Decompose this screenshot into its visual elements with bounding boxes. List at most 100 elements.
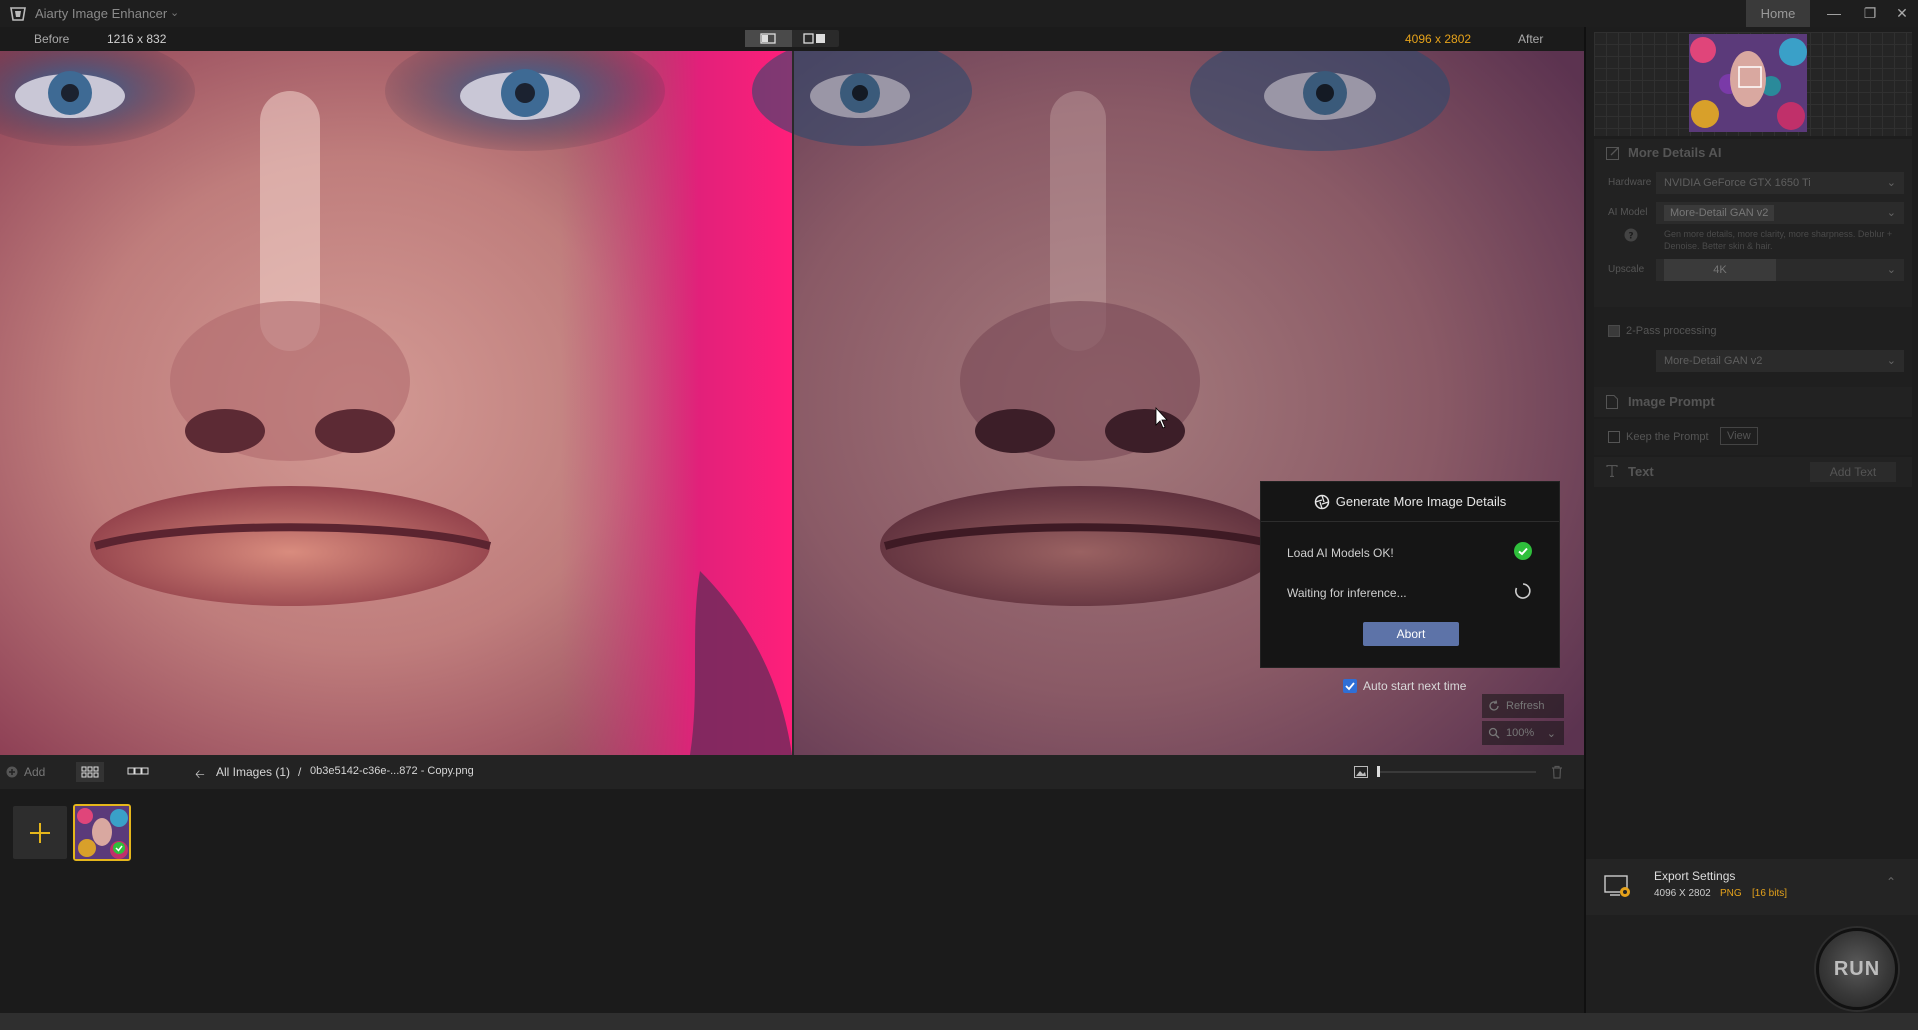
view-prompt-button[interactable]: View: [1720, 427, 1758, 445]
dialog-title: Generate More Image Details: [1335, 494, 1507, 509]
text-section: Text Add Text: [1594, 457, 1912, 487]
upscale-value: 4K: [1664, 259, 1776, 281]
compare-divider[interactable]: [792, 51, 794, 755]
two-pass-model-value: More-Detail GAN v2: [1664, 355, 1763, 367]
export-settings[interactable]: Export Settings 4096 X 2802 PNG [16 bits…: [1586, 859, 1918, 915]
home-button[interactable]: Home: [1746, 0, 1810, 27]
edit-square-icon: [1606, 147, 1619, 160]
chevron-down-icon: ⌄: [1886, 355, 1896, 367]
breadcrumb-separator: /: [298, 765, 302, 779]
text-title: Text: [1628, 464, 1654, 479]
hardware-value: NVIDIA GeForce GTX 1650 Ti: [1664, 177, 1811, 189]
more-details-section: More Details AI Hardware NVIDIA GeForce …: [1594, 139, 1912, 310]
add-text-button[interactable]: Add Text: [1810, 462, 1896, 482]
upscale-dropdown[interactable]: 4K ⌄: [1656, 259, 1904, 281]
two-pass-section: 2-Pass processing More-Detail GAN v2 ⌄: [1594, 307, 1912, 395]
viewer-tools: Refresh 100% ⌄: [1482, 694, 1564, 748]
title-bar: Aiarty Image Enhancer ⌄ Home — ❐ ✕: [0, 0, 1918, 27]
chevron-down-icon[interactable]: ⌄: [170, 6, 179, 19]
help-icon[interactable]: ?: [1624, 228, 1638, 242]
export-bits: [16 bits]: [1752, 888, 1788, 899]
zoom-icon: [1488, 727, 1500, 739]
zoom-level: 100%: [1506, 727, 1535, 739]
trash-icon[interactable]: [1551, 765, 1563, 779]
compare-header: Before 1216 x 832 4096 x 2802 After: [0, 27, 1584, 51]
after-size: 4096 x 2802: [1405, 32, 1472, 46]
ai-model-value: More-Detail GAN v2: [1664, 205, 1775, 221]
step-load-models: Load AI Models OK!: [1287, 546, 1394, 560]
chevron-down-icon: ⌄: [1886, 264, 1896, 276]
image-prompt-title: Image Prompt: [1628, 394, 1715, 409]
aperture-icon: [1314, 494, 1329, 509]
check-circle-icon: [1514, 542, 1532, 560]
app-logo-icon: [10, 7, 26, 21]
app-title: Aiarty Image Enhancer: [35, 6, 168, 21]
status-bar: [0, 1013, 1918, 1030]
filmstrip-icon: [127, 767, 149, 775]
svg-text:?: ?: [1628, 232, 1633, 242]
before-label: Before: [34, 32, 70, 46]
add-button[interactable]: Add: [6, 765, 45, 779]
thumbnail-strip: [0, 789, 1584, 1013]
auto-start-label: Auto start next time: [1363, 679, 1467, 693]
view-mode-toggle: [745, 30, 839, 47]
chevron-down-icon: ⌄: [1546, 727, 1556, 740]
progress-dialog: Generate More Image Details Load AI Mode…: [1260, 481, 1560, 668]
two-pass-model-dropdown[interactable]: More-Detail GAN v2 ⌄: [1656, 350, 1904, 372]
abort-button[interactable]: Abort: [1363, 622, 1459, 646]
grid-view-button[interactable]: [76, 762, 104, 782]
grid-icon: [81, 766, 99, 778]
zoom-dropdown[interactable]: 100% ⌄: [1482, 721, 1564, 745]
more-details-title: More Details AI: [1628, 145, 1722, 160]
export-dimensions: 4096 X 2802: [1654, 888, 1711, 899]
image-prompt-section[interactable]: Image Prompt: [1594, 387, 1912, 417]
image-thumbnail[interactable]: [73, 804, 131, 861]
refresh-label: Refresh: [1506, 700, 1545, 712]
keep-prompt-label: Keep the Prompt: [1626, 431, 1709, 443]
refresh-button[interactable]: Refresh: [1482, 694, 1564, 718]
before-size: 1216 x 832: [107, 32, 167, 46]
ai-model-dropdown[interactable]: More-Detail GAN v2 ⌄: [1656, 202, 1904, 224]
chevron-down-icon: ⌄: [1886, 207, 1896, 219]
keep-prompt-checkbox[interactable]: [1608, 431, 1620, 443]
split-view-button[interactable]: [745, 30, 792, 47]
step-waiting-inference: Waiting for inference...: [1287, 586, 1407, 600]
run-label: RUN: [1833, 958, 1881, 980]
restore-icon[interactable]: ❐: [1852, 0, 1888, 27]
back-arrow-icon[interactable]: 🡠: [195, 765, 205, 786]
two-pass-label: 2-Pass processing: [1626, 325, 1717, 337]
thumbnail-image: [75, 806, 129, 859]
checkbox-checked-icon[interactable]: [1343, 679, 1357, 693]
dialog-header: Generate More Image Details: [1261, 482, 1559, 522]
breadcrumb-root[interactable]: All Images (1): [216, 765, 290, 779]
add-circle-icon: [6, 766, 18, 778]
two-pass-checkbox[interactable]: [1608, 325, 1620, 337]
side-by-side-view-button[interactable]: [792, 30, 839, 47]
add-image-button[interactable]: [13, 806, 67, 859]
export-title: Export Settings: [1654, 869, 1736, 883]
refresh-icon: [1489, 700, 1499, 711]
collapse-up-icon[interactable]: ⌃: [1886, 875, 1896, 889]
after-label: After: [1518, 32, 1544, 46]
auto-start-checkbox[interactable]: Auto start next time: [1343, 679, 1466, 693]
hardware-label: Hardware: [1608, 177, 1652, 188]
thumbnail-size-slider[interactable]: [1378, 771, 1536, 773]
breadcrumb-file: 0b3e5142-c36e-...872 - Copy.png: [310, 765, 474, 777]
document-icon: [1606, 395, 1618, 409]
ai-model-description: Gen more details, more clarity, more sha…: [1664, 229, 1893, 251]
run-area: RUN: [1586, 915, 1918, 1013]
filmstrip-view-button[interactable]: [124, 762, 152, 782]
keep-prompt-row: Keep the Prompt View: [1594, 419, 1912, 455]
run-button[interactable]: RUN: [1816, 928, 1898, 1010]
navigator-preview[interactable]: [1594, 32, 1912, 136]
hardware-dropdown[interactable]: NVIDIA GeForce GTX 1650 Ti ⌄: [1656, 172, 1904, 194]
minimize-icon[interactable]: —: [1816, 0, 1852, 27]
image-size-icon: [1354, 766, 1368, 778]
chevron-down-icon: ⌄: [1886, 177, 1896, 189]
export-settings-icon: [1604, 875, 1630, 897]
add-label: Add: [24, 765, 46, 779]
navigator-image: [1689, 34, 1807, 132]
slider-handle[interactable]: [1377, 766, 1380, 777]
close-icon[interactable]: ✕: [1884, 0, 1918, 27]
plus-icon: [30, 823, 50, 843]
